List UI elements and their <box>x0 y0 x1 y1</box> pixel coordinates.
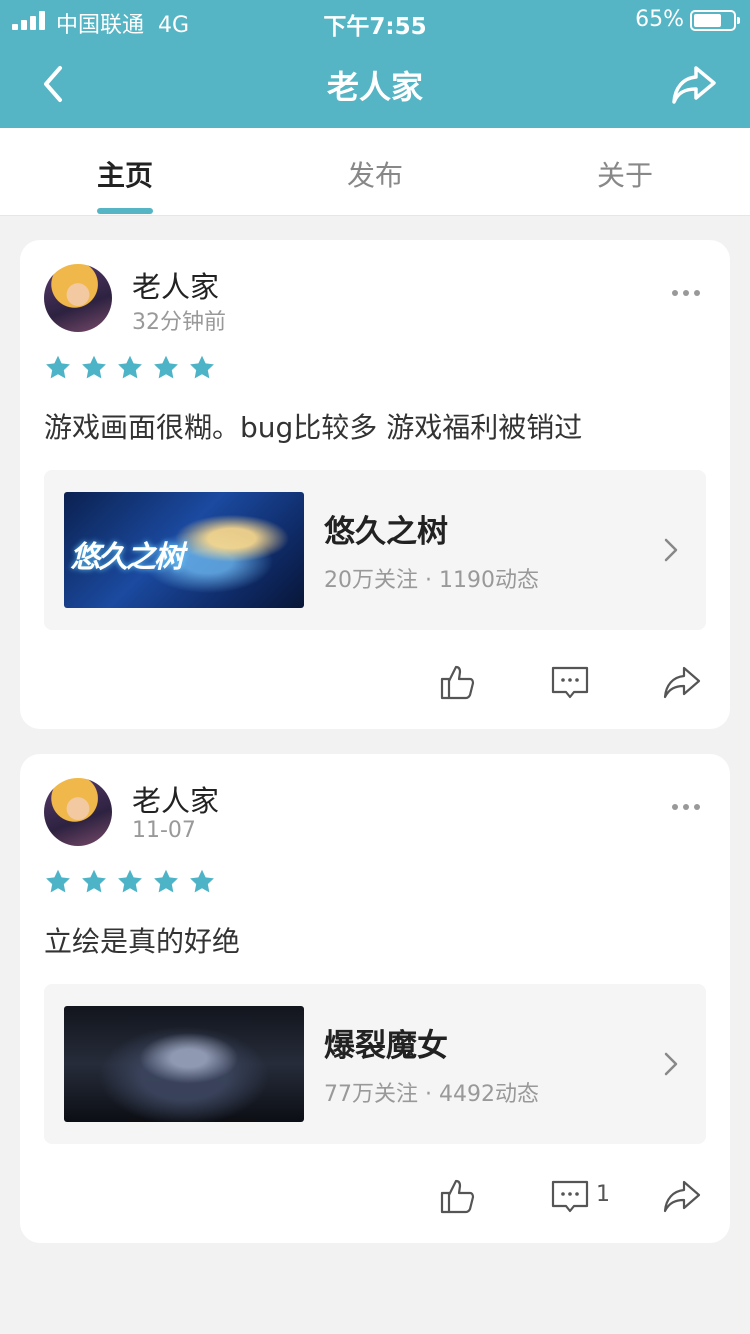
comment-count: 1 <box>596 1182 610 1207</box>
star-icon <box>154 869 178 893</box>
star-icon <box>46 355 70 379</box>
more-options-button[interactable] <box>672 288 700 298</box>
post-actions: 1 <box>20 1170 730 1220</box>
game-cover: 悠久之树 <box>64 492 304 608</box>
game-cover-logo: 悠久之树 <box>70 540 184 575</box>
star-icon <box>82 869 106 893</box>
post-time: 32分钟前 <box>132 310 226 335</box>
star-icon <box>154 355 178 379</box>
review-text[interactable]: 游戏画面很糊。bug比较多 游戏福利被销过 <box>44 406 582 446</box>
author-name[interactable]: 老人家 <box>132 778 219 820</box>
top-bar: 中国联通 4G 下午7:55 65% 老人家 <box>0 0 750 128</box>
post-card: 老人家 11-07 立绘是真的好绝 爆裂魔女 77万关注 · 4492动态 1 <box>20 754 730 1243</box>
game-name: 悠久之树 <box>324 514 448 550</box>
game-card[interactable]: 悠久之树 悠久之树 20万关注 · 1190动态 <box>44 470 706 630</box>
tab-publish[interactable]: 发布 <box>250 154 500 194</box>
avatar[interactable] <box>44 264 112 332</box>
page-title: 老人家 <box>326 68 423 106</box>
nav-bar: 老人家 <box>0 42 750 128</box>
star-icon <box>118 355 142 379</box>
share-icon[interactable] <box>662 1176 702 1216</box>
avatar[interactable] <box>44 778 112 846</box>
comment-icon[interactable] <box>550 662 590 702</box>
star-rating <box>44 868 224 898</box>
tab-home[interactable]: 主页 <box>0 154 250 194</box>
chevron-right-icon <box>664 538 678 562</box>
like-icon[interactable] <box>438 662 478 702</box>
share-icon <box>672 66 716 104</box>
author-name[interactable]: 老人家 <box>132 264 219 306</box>
comment-icon[interactable] <box>550 1176 590 1216</box>
share-button[interactable] <box>670 62 718 106</box>
game-card[interactable]: 爆裂魔女 77万关注 · 4492动态 <box>44 984 706 1144</box>
tab-bar: 主页 发布 关于 <box>0 128 750 216</box>
star-icon <box>190 355 214 379</box>
star-icon <box>118 869 142 893</box>
like-icon[interactable] <box>438 1176 478 1216</box>
tab-about[interactable]: 关于 <box>500 154 750 194</box>
game-name: 爆裂魔女 <box>324 1028 448 1064</box>
battery-percent: 65% <box>635 7 684 32</box>
star-icon <box>190 869 214 893</box>
chevron-right-icon <box>664 1052 678 1076</box>
star-rating <box>44 354 224 384</box>
game-stats: 77万关注 · 4492动态 <box>324 1082 539 1107</box>
more-options-button[interactable] <box>672 802 700 812</box>
battery-icon <box>690 10 740 31</box>
game-stats: 20万关注 · 1190动态 <box>324 568 539 593</box>
review-text[interactable]: 立绘是真的好绝 <box>44 920 240 960</box>
star-icon <box>82 355 106 379</box>
share-icon[interactable] <box>662 662 702 702</box>
star-icon <box>46 869 70 893</box>
post-time: 11-07 <box>132 818 196 843</box>
active-tab-indicator <box>97 208 153 214</box>
post-actions <box>20 656 730 706</box>
post-card: 老人家 32分钟前 游戏画面很糊。bug比较多 游戏福利被销过 悠久之树 悠久之… <box>20 240 730 729</box>
game-cover <box>64 1006 304 1122</box>
status-bar: 中国联通 4G 下午7:55 65% <box>0 0 750 42</box>
